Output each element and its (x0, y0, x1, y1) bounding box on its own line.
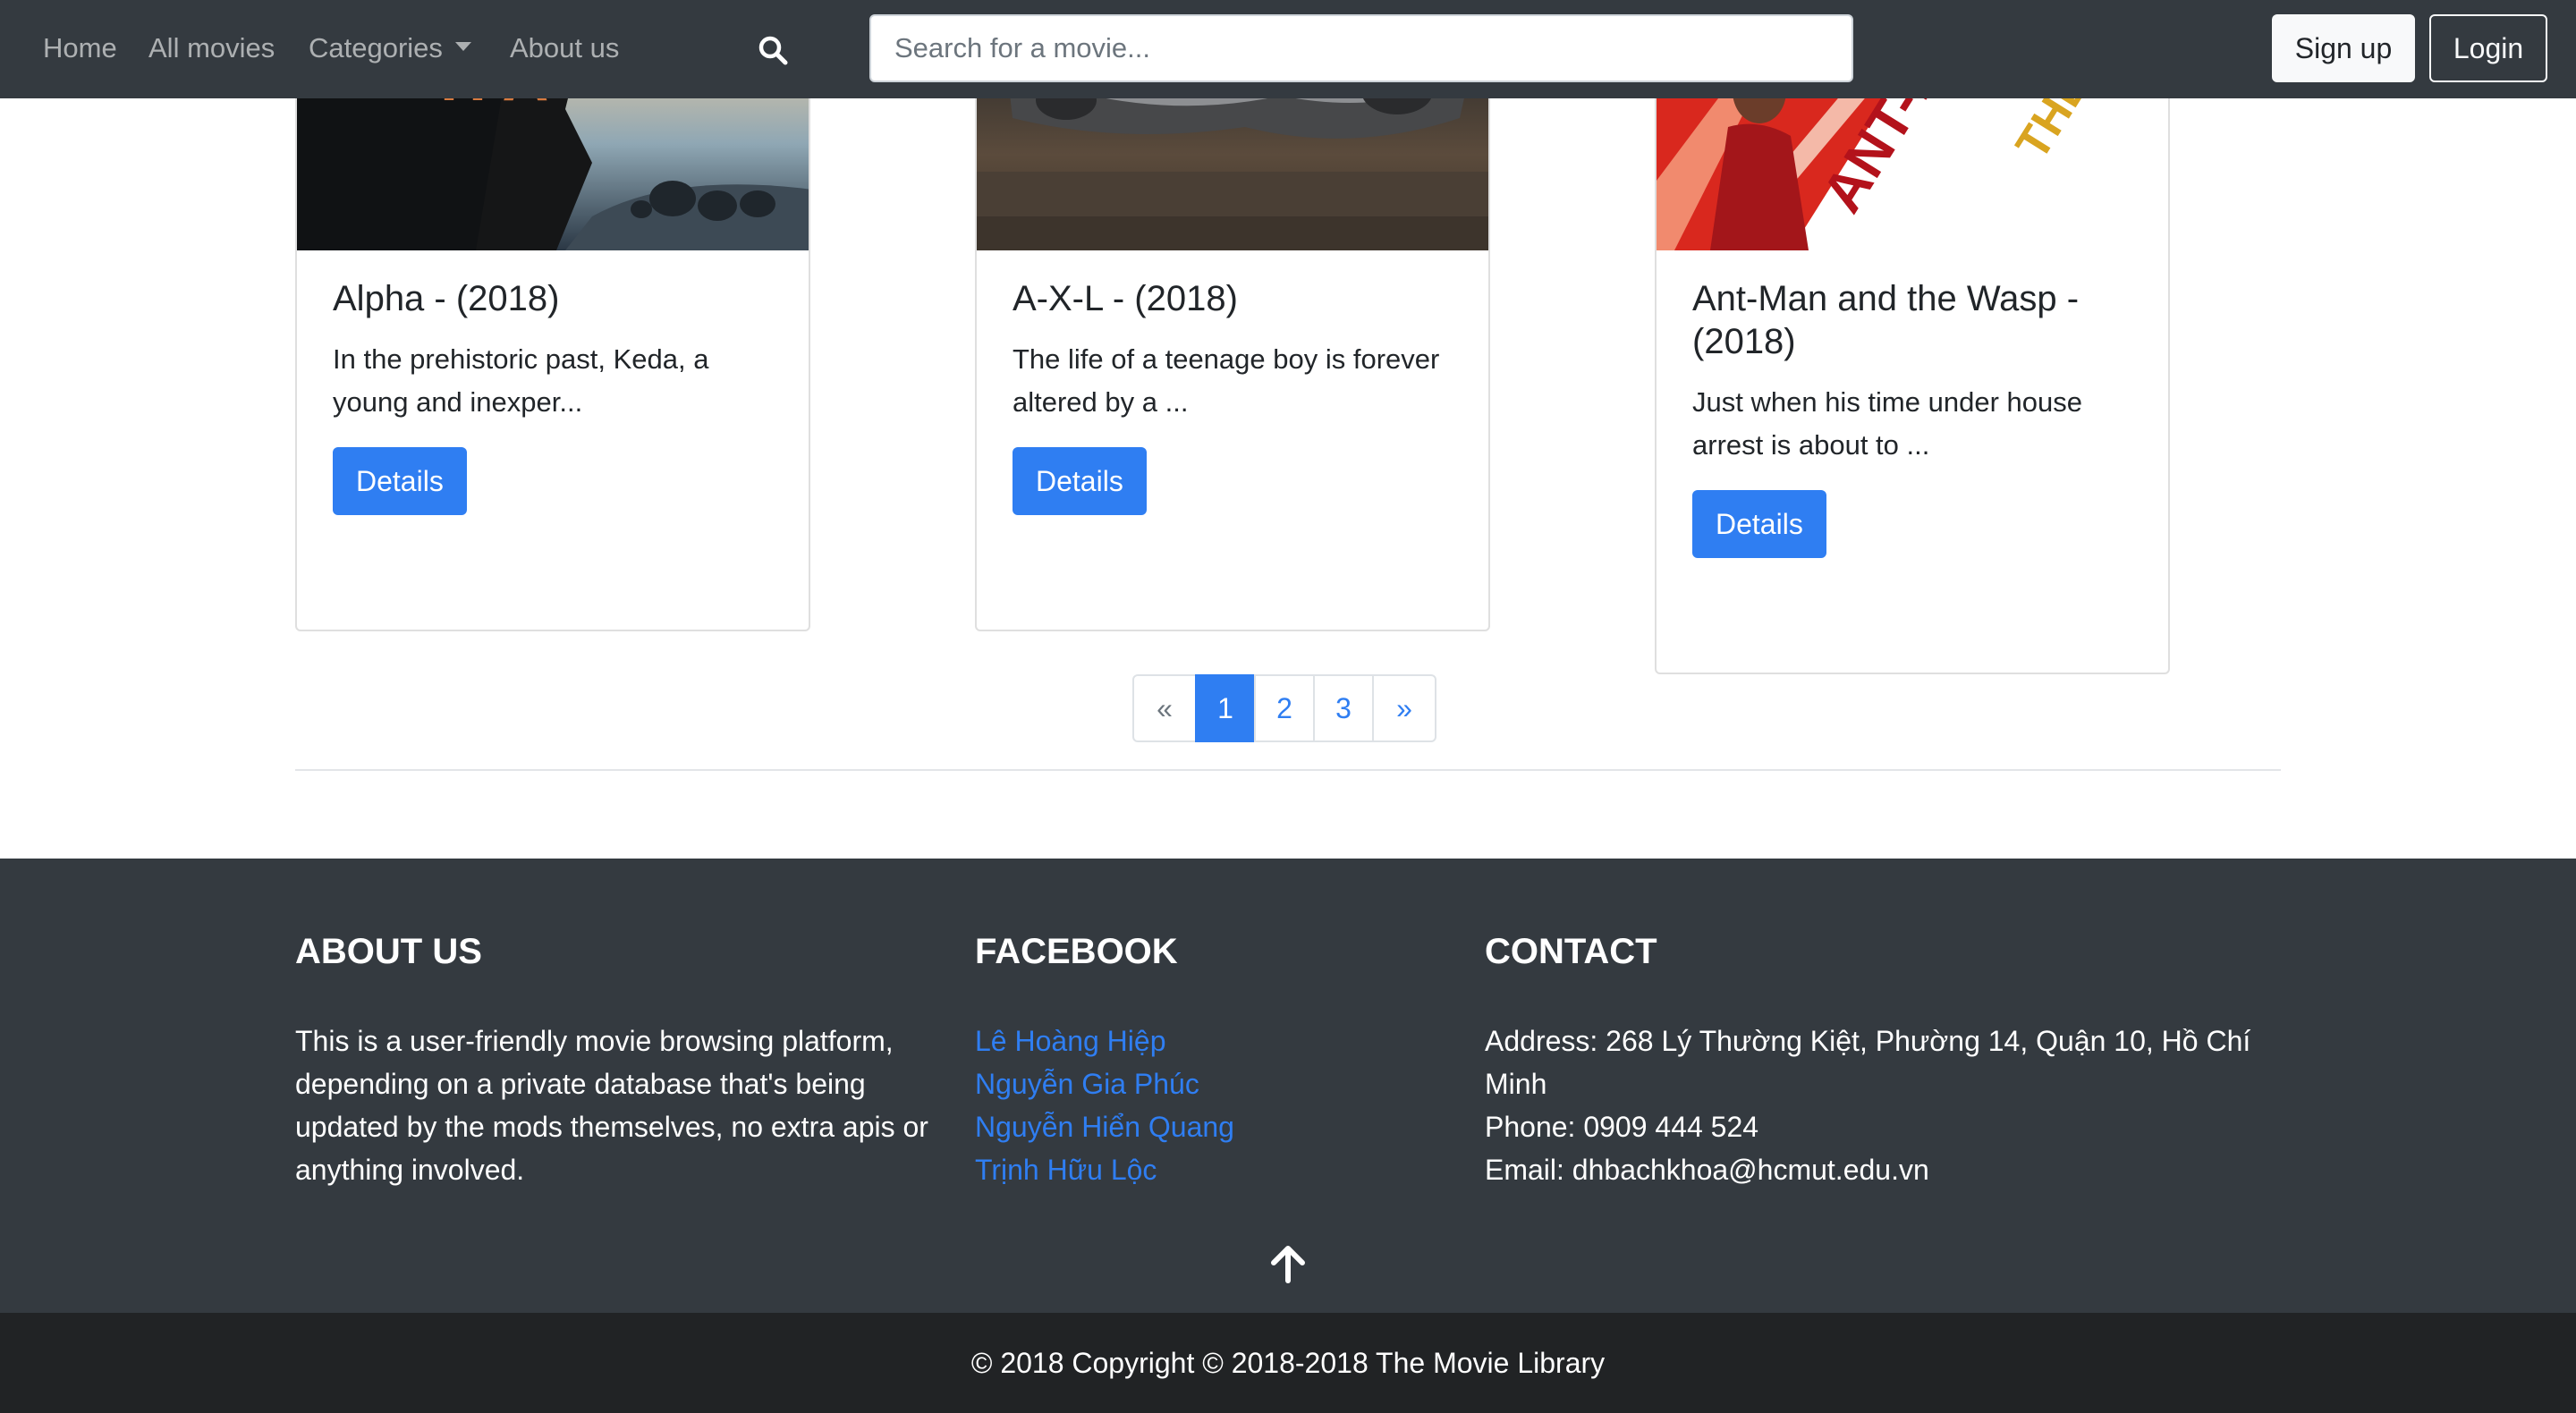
movie-title: Alpha - (2018) (333, 279, 560, 318)
contact-email: Email: dhbachkhoa@hcmut.edu.vn (1485, 1154, 1929, 1186)
nav-all-movies-link[interactable]: All movies (148, 30, 275, 66)
card-body: Ant-Man and the Wasp - (2018) Just when … (1692, 277, 2132, 558)
footer-contact-info: Address: 268 Lý Thường Kiệt, Phường 14, … (1485, 1020, 2290, 1191)
pagination-page-3[interactable]: 3 (1313, 674, 1374, 742)
search-icon[interactable] (757, 34, 789, 66)
details-button[interactable]: Details (1013, 447, 1147, 515)
footer: ABOUT US This is a user-friendly movie b… (0, 859, 2576, 1313)
nav-home-link[interactable]: Home (43, 30, 117, 66)
pagination-page-2[interactable]: 2 (1254, 674, 1315, 742)
movie-card: A-X-L - (2018) The life of a teenage boy… (975, 36, 1490, 631)
signup-button[interactable]: Sign up (2272, 14, 2415, 82)
footer-facebook-heading: FACEBOOK (975, 932, 1178, 971)
facebook-link[interactable]: Nguyễn Gia Phúc (975, 1062, 1440, 1105)
pagination-next[interactable]: » (1372, 674, 1436, 742)
details-button[interactable]: Details (1692, 490, 1826, 558)
facebook-link[interactable]: Trịnh Hữu Lộc (975, 1148, 1440, 1191)
movie-description: In the prehistoric past, Keda, a young a… (333, 343, 709, 418)
card-body: Alpha - (2018) In the prehistoric past, … (333, 277, 773, 515)
footer-about-heading: ABOUT US (295, 932, 482, 971)
navbar: Home All movies Categories About us Sign… (0, 0, 2576, 98)
nav-categories-label: Categories (309, 32, 443, 63)
copyright-text: © 2018 Copyright © 2018-2018 The Movie L… (970, 1347, 1606, 1379)
content-divider (295, 769, 2281, 771)
caret-down-icon (454, 41, 471, 51)
arrow-up-icon[interactable] (1267, 1243, 1309, 1286)
copyright-bar: © 2018 Copyright © 2018-2018 The Movie L… (0, 1313, 2576, 1413)
movie-title: Ant-Man and the Wasp - (2018) (1692, 279, 2080, 361)
footer-facebook-list: Lê Hoàng Hiệp Nguyễn Gia Phúc Nguyễn Hiể… (975, 1020, 1440, 1191)
footer-contact-heading: CONTACT (1485, 932, 1657, 971)
nav-categories-dropdown[interactable]: Categories (309, 30, 471, 66)
search-input[interactable] (869, 14, 1853, 82)
pagination: « 1 2 3 » (1132, 674, 1436, 742)
nav-about-us-link[interactable]: About us (510, 30, 619, 66)
facebook-link[interactable]: Nguyễn Hiển Quang (975, 1105, 1440, 1148)
facebook-link[interactable]: Lê Hoàng Hiệp (975, 1020, 1440, 1062)
card-body: A-X-L - (2018) The life of a teenage boy… (1013, 277, 1453, 515)
movie-title: A-X-L - (2018) (1013, 279, 1238, 318)
pagination-page-1[interactable]: 1 (1195, 674, 1256, 742)
movie-description: Just when his time under house arrest is… (1692, 386, 2082, 461)
details-button[interactable]: Details (333, 447, 467, 515)
login-button[interactable]: Login (2429, 14, 2547, 82)
movie-description: The life of a teenage boy is forever alt… (1013, 343, 1440, 418)
footer-about-text: This is a user-friendly movie browsing p… (295, 1025, 928, 1186)
contact-address: Address: 268 Lý Thường Kiệt, Phường 14, … (1485, 1025, 2251, 1100)
contact-phone: Phone: 0909 444 524 (1485, 1111, 1759, 1143)
movie-card: ANT-MAN THE WASP Ant-Man and the Wasp - … (1655, 36, 2170, 674)
pagination-prev[interactable]: « (1132, 674, 1197, 742)
movie-card: H A Alpha - (2018) In the prehistoric pa… (295, 36, 810, 631)
